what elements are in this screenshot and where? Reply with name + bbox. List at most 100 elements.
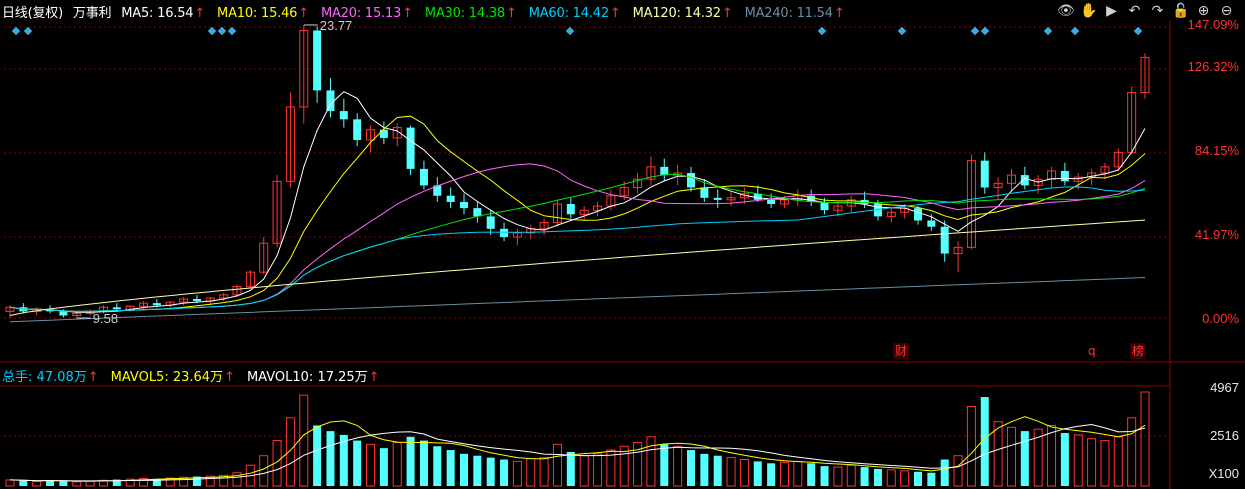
volume-bar-up bbox=[846, 464, 856, 487]
volume-bar-down bbox=[767, 463, 776, 486]
candle-down bbox=[660, 166, 669, 176]
event-diamond-icon bbox=[217, 26, 227, 36]
redo-icon[interactable]: ↷ bbox=[1149, 3, 1166, 20]
period-label: 日线(复权) bbox=[2, 6, 63, 21]
volume-bar-up bbox=[552, 443, 562, 487]
volume-bar-up bbox=[739, 459, 749, 487]
candle-down bbox=[419, 168, 428, 186]
candle-down bbox=[486, 216, 495, 229]
volume-bar-down bbox=[860, 467, 869, 486]
event-diamond-icon bbox=[980, 26, 990, 36]
volume-bar-up bbox=[366, 443, 376, 487]
ma10-line bbox=[9, 115, 1146, 312]
ma30-line bbox=[9, 173, 1146, 312]
ma-item-ma120: MA120: 14.32↑ bbox=[632, 6, 733, 21]
volume-bar-up bbox=[392, 441, 402, 487]
stock-name[interactable]: 万事利 bbox=[73, 6, 112, 21]
vol-item-总手: 总手: 47.08万↑ bbox=[2, 370, 99, 385]
volume-bar-up bbox=[579, 455, 589, 487]
candle-down bbox=[767, 199, 776, 205]
volume-bar-up bbox=[512, 460, 522, 487]
finance-marker[interactable]: 财 bbox=[893, 343, 910, 359]
candle-down bbox=[713, 197, 722, 200]
volume-bar-down bbox=[313, 425, 322, 486]
lock-icon[interactable]: 🔓 bbox=[1172, 3, 1189, 20]
volume-bar-up bbox=[673, 445, 683, 487]
vol-item-mavol5: MAVOL5: 23.64万↑ bbox=[110, 370, 235, 385]
up-arrow-icon: ↑ bbox=[506, 6, 517, 21]
volume-bar-up bbox=[1100, 440, 1110, 487]
event-diamond-icon bbox=[11, 26, 21, 36]
volume-bar-up bbox=[539, 457, 549, 487]
play-icon[interactable]: ▶ bbox=[1103, 3, 1120, 20]
volume-bar-down bbox=[379, 448, 388, 486]
ma5-line bbox=[9, 91, 1146, 313]
event-diamond-icon bbox=[897, 26, 907, 36]
candle-down bbox=[686, 173, 696, 188]
volume-bar-up bbox=[1073, 434, 1083, 487]
volume-bar-down bbox=[19, 480, 28, 486]
volume-bar-down bbox=[353, 440, 362, 486]
volume-bar-up bbox=[793, 460, 803, 487]
event-diamond-icon bbox=[1043, 26, 1053, 36]
volume-bar-down bbox=[927, 472, 936, 486]
volume-bar-down bbox=[406, 436, 415, 486]
volume-bar-up bbox=[299, 394, 309, 487]
volume-bar-up bbox=[993, 421, 1003, 487]
volume-bar-down bbox=[753, 461, 762, 486]
volume-bar-up bbox=[526, 458, 536, 487]
volume-bar-down bbox=[873, 468, 882, 486]
eye-icon[interactable]: 👁 bbox=[1057, 3, 1075, 20]
candle-down bbox=[192, 299, 201, 302]
event-diamond-icon bbox=[817, 26, 827, 36]
volume-bar-up bbox=[953, 455, 963, 487]
volume-bar-up bbox=[900, 470, 910, 487]
candle-down bbox=[1060, 170, 1069, 182]
volume-bar-up bbox=[72, 481, 82, 487]
event-diamond-icon bbox=[1070, 26, 1080, 36]
candle-down bbox=[1020, 175, 1029, 186]
y-label-84: 84.15% bbox=[1194, 143, 1239, 158]
volume-bar-up bbox=[285, 417, 295, 487]
ma-item-ma60: MA60: 14.42↑ bbox=[528, 6, 621, 21]
vol-unit-label: X100 bbox=[1208, 466, 1239, 481]
ma-legend: 日线(复权) 万事利 MA5: 16.54↑ MA10: 15.46↑ MA20: … bbox=[2, 2, 863, 22]
event-diamond-icon bbox=[227, 26, 237, 36]
volume-bar-down bbox=[486, 457, 495, 486]
volume-bar-down bbox=[419, 440, 428, 486]
kline-chart[interactable]: 23.779.58 bbox=[0, 0, 1245, 489]
volume-bar-up bbox=[1113, 436, 1123, 487]
volume-bar-up bbox=[779, 461, 789, 487]
candle-down bbox=[313, 30, 322, 91]
volume-bar-up bbox=[1047, 424, 1057, 487]
volume-bar-up bbox=[85, 480, 95, 487]
candle-down bbox=[500, 228, 509, 238]
vol-item-mavol10: MAVOL10: 17.25万↑ bbox=[246, 370, 380, 385]
volume-bar-down bbox=[940, 459, 949, 486]
volume-bar-up bbox=[646, 436, 656, 487]
candle-down bbox=[820, 201, 829, 211]
ma60-line bbox=[9, 186, 1146, 312]
volume-bar-down bbox=[913, 471, 923, 486]
candle-down bbox=[446, 195, 455, 202]
hand-icon[interactable]: ✋ bbox=[1080, 3, 1097, 20]
event-diamond-icon bbox=[565, 26, 575, 36]
candle-down bbox=[406, 127, 415, 169]
volume-bar-down bbox=[1060, 433, 1069, 486]
vol-label-mid: 2516 bbox=[1210, 428, 1239, 443]
undo-icon[interactable]: ↶ bbox=[1126, 3, 1143, 20]
y-label-41: 41.97% bbox=[1194, 227, 1239, 242]
up-arrow-icon: ↑ bbox=[368, 370, 380, 385]
volume-bar-down bbox=[326, 431, 335, 486]
ma-item-ma20: MA20: 15.13↑ bbox=[320, 6, 413, 21]
q-marker[interactable]: q bbox=[1086, 343, 1098, 359]
volume-bar-up bbox=[1140, 391, 1150, 487]
ma-item-ma10: MA10: 15.46↑ bbox=[217, 6, 309, 21]
volume-bar-down bbox=[700, 453, 709, 486]
candle-down bbox=[473, 208, 482, 217]
ma-item-ma30: MA30: 14.38↑ bbox=[424, 6, 517, 21]
event-diamond-icon bbox=[1133, 26, 1143, 36]
volume-bar-up bbox=[259, 455, 269, 487]
volume-bar-down bbox=[500, 459, 509, 486]
rank-marker[interactable]: 榜 bbox=[1130, 343, 1147, 359]
